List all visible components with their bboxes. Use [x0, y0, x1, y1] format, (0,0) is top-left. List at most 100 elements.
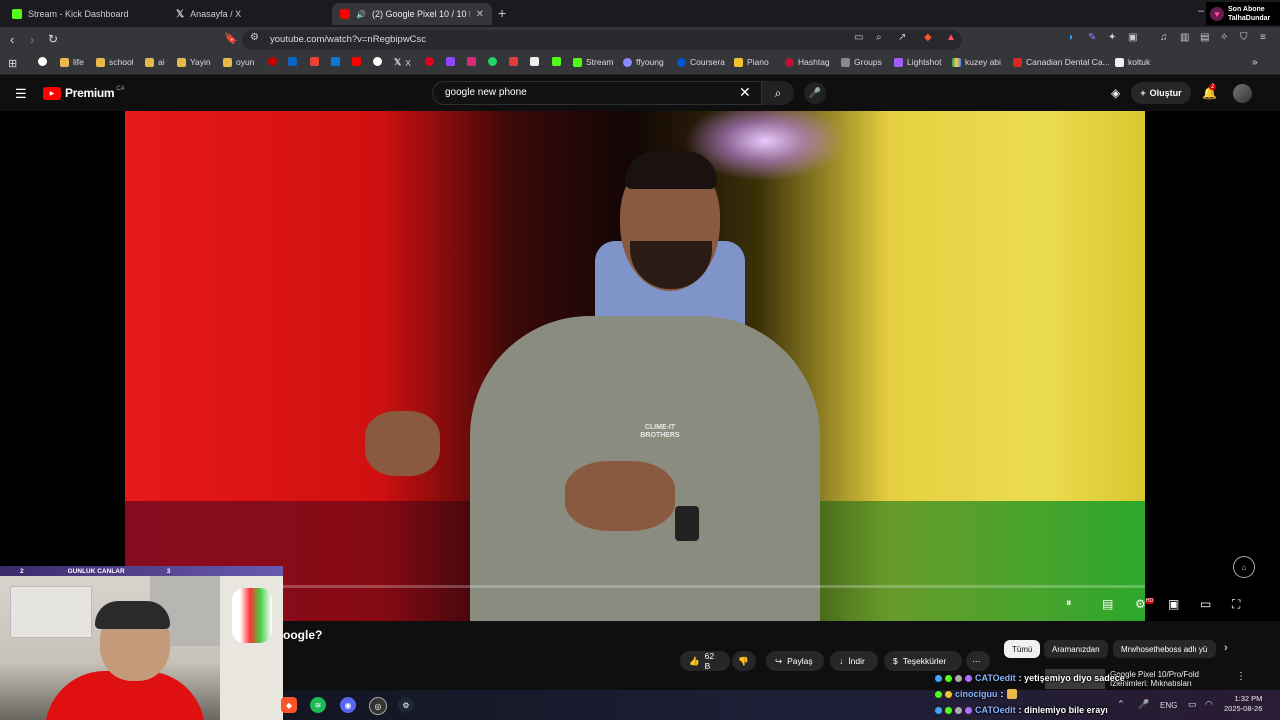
media-icon[interactable]: ♫: [1160, 32, 1168, 43]
back-icon[interactable]: ‹: [10, 32, 14, 47]
bookmark-coursera[interactable]: Coursera: [677, 57, 725, 67]
bookmark-linkedin[interactable]: [288, 57, 297, 66]
zoom-icon[interactable]: ⌕: [876, 32, 882, 43]
brave-browser-icon[interactable]: ◆: [281, 697, 297, 713]
bookmark-ffyoung[interactable]: ffyoung: [623, 57, 664, 67]
forward-icon[interactable]: ›: [30, 32, 34, 47]
bookmark-twitch[interactable]: [446, 57, 455, 66]
tab-kick-dashboard[interactable]: Stream - Kick Dashboard: [4, 3, 164, 25]
bookmark-kuzey-abi[interactable]: kuzey abi: [952, 57, 1001, 67]
discord-icon[interactable]: ◉: [340, 697, 356, 713]
bookmark-pinterest[interactable]: [425, 57, 434, 66]
bookmark-tumblr[interactable]: [509, 57, 518, 66]
youtube-logo[interactable]: ▶ Premium CA: [43, 86, 125, 100]
microphone-tray-icon[interactable]: 🎤: [1138, 699, 1149, 710]
thanks-button[interactable]: $ Teşekkürler: [884, 651, 962, 671]
obs-icon[interactable]: ◎: [369, 697, 387, 715]
system-clock[interactable]: 1:32 PM 2025-08-26: [1224, 694, 1262, 714]
share-icon[interactable]: ↗: [898, 32, 906, 43]
bookmark-gmail[interactable]: [310, 57, 319, 66]
fullscreen-icon[interactable]: ⛶: [1232, 597, 1240, 612]
monitor-tray-icon[interactable]: ▭: [1188, 699, 1197, 710]
bookmark-google[interactable]: [38, 57, 47, 66]
bookmark-folder-ai[interactable]: ai: [145, 57, 165, 67]
create-button[interactable]: + Oluştur: [1131, 82, 1191, 104]
audio-icon[interactable]: ◗: [1068, 32, 1074, 43]
apps-grid-icon[interactable]: ⊞: [8, 57, 17, 70]
more-vertical-icon[interactable]: ⋮: [1236, 671, 1246, 682]
vpn-icon[interactable]: ⛉: [1240, 32, 1248, 43]
bookmark-icon[interactable]: 🔖: [224, 32, 238, 45]
chevron-right-icon[interactable]: ›: [1224, 642, 1228, 654]
bookmark-youtube[interactable]: [352, 57, 361, 66]
cast-icon[interactable]: ◈: [1111, 86, 1120, 100]
clear-search-icon[interactable]: ✕: [739, 84, 751, 101]
video-frame[interactable]: CLIME-IT BROTHERS: [125, 111, 1145, 621]
download-button[interactable]: ↓ İndir: [830, 651, 878, 671]
bookmark-stream[interactable]: Stream: [573, 57, 613, 67]
dislike-button[interactable]: 👎: [732, 651, 756, 671]
extensions-icon[interactable]: ✦: [1108, 32, 1116, 43]
bookmark-instagram[interactable]: [467, 57, 476, 66]
bookmark-label: kuzey abi: [965, 57, 1001, 67]
bookmark-hashtag[interactable]: Hashtag: [785, 57, 830, 67]
bookmark-piano[interactable]: Piano: [734, 57, 769, 67]
search-button[interactable]: ⌕: [762, 81, 794, 105]
wifi-icon[interactable]: ◠: [1205, 699, 1213, 710]
bookmark-folder-oyun[interactable]: oyun: [223, 57, 254, 67]
bookmark-folder-school[interactable]: school: [96, 57, 134, 67]
bookmark-folder-life[interactable]: life: [60, 57, 84, 67]
miniplayer-icon[interactable]: ▣: [1168, 597, 1179, 611]
screenshot-icon[interactable]: ▣: [1128, 32, 1137, 43]
new-tab-button[interactable]: +: [498, 5, 506, 21]
bookmark-grammarly[interactable]: [373, 57, 382, 66]
brave-rewards-icon[interactable]: ▲: [946, 32, 956, 43]
share-button[interactable]: ↪ Paylaş: [766, 651, 824, 671]
chip-all[interactable]: Tümü: [1004, 640, 1041, 658]
sidebar-icon[interactable]: ▥: [1180, 32, 1189, 43]
tab-x-home[interactable]: 𝕏 Anasayfa / X: [168, 3, 328, 25]
close-icon[interactable]: ✕: [476, 9, 484, 20]
tray-overflow-icon[interactable]: ⌃: [1117, 699, 1125, 710]
bookmark-lightshot[interactable]: Lightshot: [894, 57, 942, 67]
bookmark-whatsapp[interactable]: [488, 57, 497, 66]
audio-playing-icon[interactable]: 🔊: [356, 10, 366, 19]
brave-shield-icon[interactable]: ◆: [924, 32, 932, 43]
leo-ai-icon[interactable]: ✧: [1220, 32, 1228, 43]
wallet-icon[interactable]: ▤: [1200, 32, 1209, 43]
more-actions-button[interactable]: ⋯: [966, 651, 990, 671]
language-indicator[interactable]: ENG: [1160, 701, 1177, 710]
bookmark-groups[interactable]: Groups: [841, 57, 882, 67]
tab-youtube-video[interactable]: 🔊 (2) Google Pixel 10 / 10 Pro H ✕: [332, 3, 492, 25]
bookmark-amazon[interactable]: [530, 57, 539, 66]
channel-watermark-icon[interactable]: ⌂: [1233, 556, 1255, 578]
bookmarks-overflow-icon[interactable]: »: [1252, 57, 1258, 68]
voice-search-button[interactable]: 🎤: [804, 82, 826, 104]
reload-icon[interactable]: ↻: [48, 32, 58, 46]
progress-bar[interactable]: [283, 585, 1145, 588]
like-button[interactable]: 👍 62 B: [680, 651, 730, 671]
cast-icon[interactable]: ▭: [854, 32, 863, 43]
bookmark-kick[interactable]: [552, 57, 561, 66]
pen-extension-icon[interactable]: ✎: [1088, 32, 1096, 43]
autoplay-toggle-icon[interactable]: ⏸: [1066, 597, 1072, 610]
subtitles-icon[interactable]: ▤: [1102, 597, 1113, 611]
steam-icon[interactable]: ⚙: [398, 697, 414, 713]
chip-channel[interactable]: Mrwhosetheboss adlı yü: [1113, 640, 1216, 658]
bookmark-koltuk[interactable]: koltuk: [1115, 57, 1150, 67]
url-text[interactable]: youtube.com/watch?v=nRegbipwCsc: [270, 34, 426, 45]
bookmark-canadian-dental[interactable]: Canadian Dental Ca...: [1013, 57, 1110, 67]
menu-icon[interactable]: ≡: [1260, 32, 1266, 43]
bookmark-outlook[interactable]: [331, 57, 340, 66]
avatar[interactable]: [1233, 84, 1252, 103]
site-info-icon[interactable]: ⚙: [250, 32, 259, 43]
chip-from-search[interactable]: Aramanızdan: [1044, 640, 1108, 658]
spotify-icon[interactable]: ≋: [310, 697, 326, 713]
bookmark-folder-yayin[interactable]: Yayin: [177, 57, 211, 67]
theater-mode-icon[interactable]: ▭: [1200, 597, 1211, 611]
hamburger-menu-icon[interactable]: ☰: [15, 86, 27, 102]
bookmark-red[interactable]: [268, 57, 277, 66]
minimize-icon[interactable]: –: [1198, 5, 1204, 17]
bookmark-x[interactable]: 𝕏X: [394, 57, 411, 68]
search-query[interactable]: google new phone: [445, 87, 527, 98]
